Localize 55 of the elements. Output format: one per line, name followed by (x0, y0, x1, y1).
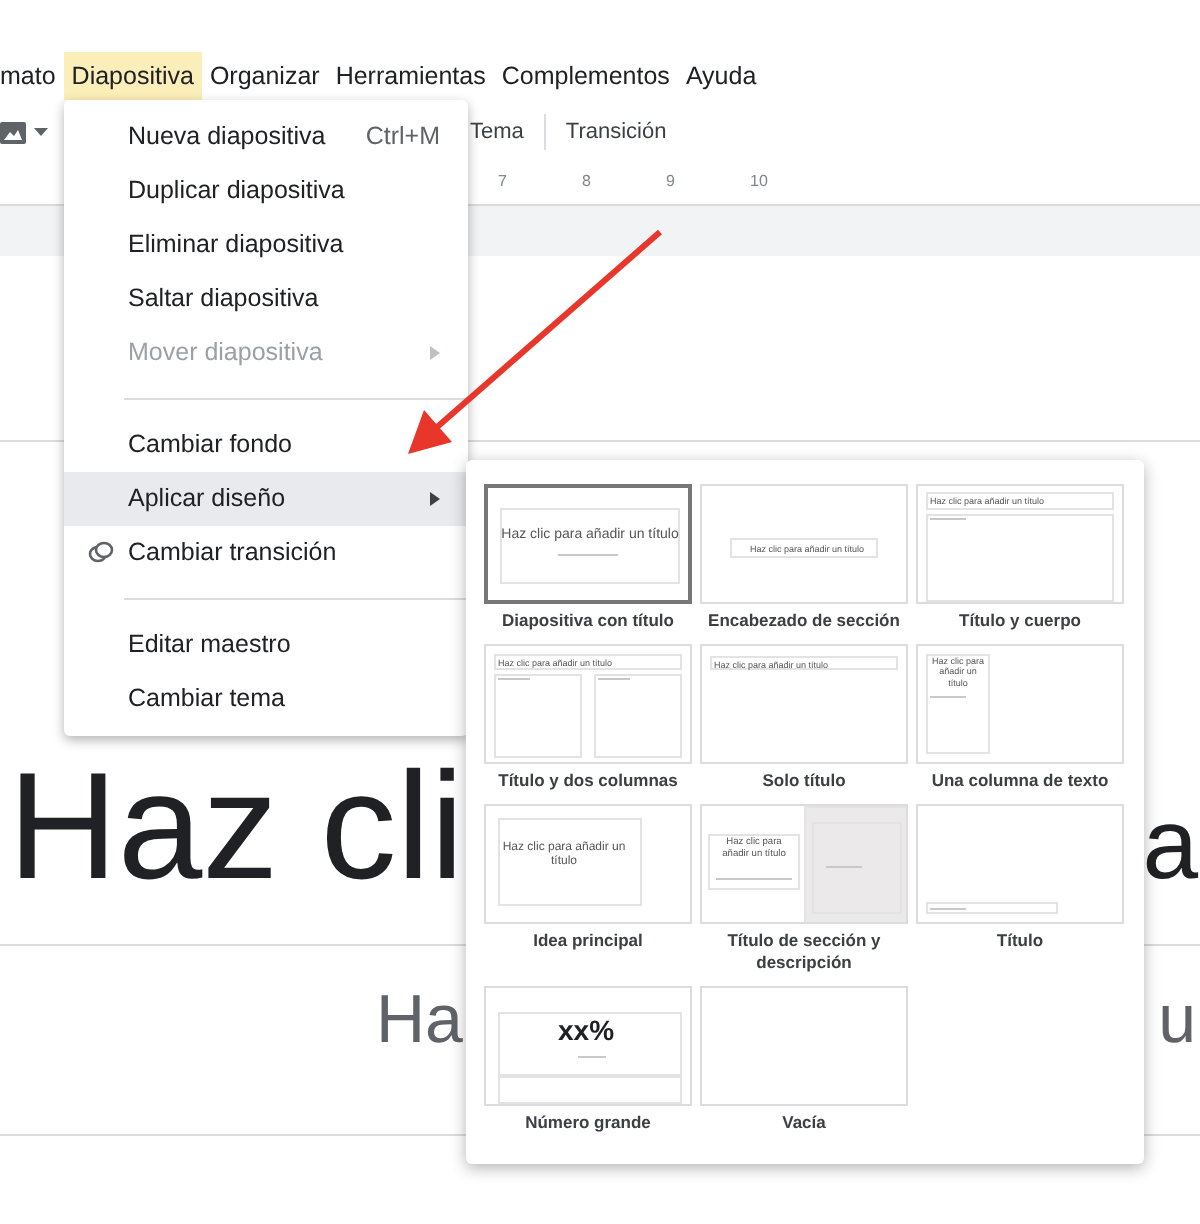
layout-label: Encabezado de sección (706, 610, 902, 632)
layout-label: Diapositiva con título (500, 610, 676, 632)
placeholder-box (812, 822, 902, 914)
menu-bar-item[interactable]: Ayuda (677, 52, 765, 100)
caret-icon[interactable] (34, 128, 48, 136)
placeholder-box (926, 902, 1058, 914)
layout-thumbnail[interactable] (700, 986, 908, 1106)
layout-label: Título y dos columnas (496, 770, 680, 792)
layout-thumbnail[interactable]: xx% (484, 986, 692, 1106)
layout-label: Número grande (523, 1112, 653, 1134)
placeholder-line (578, 1056, 606, 1058)
slide-title: a (1142, 786, 1198, 904)
menu-item[interactable]: Saltar diapositiva (64, 272, 468, 326)
layout-thumbnail[interactable] (916, 804, 1124, 924)
menu-bar-item[interactable]: Organizar (201, 52, 328, 100)
placeholder-box (594, 674, 682, 758)
slide-subtitle: Ha (376, 980, 463, 1062)
layout-label: Título de sección y descripción (725, 930, 883, 974)
menu-bar-item[interactable]: Herramientas (327, 52, 494, 100)
placeholder-box (926, 654, 990, 754)
image-icon[interactable] (0, 121, 26, 143)
placeholder-line (558, 554, 618, 556)
placeholder-text: xx% (558, 1014, 615, 1048)
menu-bar-item[interactable]: Diapositiva (63, 52, 202, 100)
shortcut-text: Ctrl+M (365, 120, 440, 155)
toolbar-button[interactable]: Transición (553, 111, 679, 153)
placeholder-box (494, 674, 582, 758)
ruler-number: 10 (750, 170, 768, 194)
menu-item[interactable]: Duplicar diapositiva (64, 164, 468, 218)
placeholder-line (826, 866, 862, 868)
layout-label: Título y cuerpo (957, 610, 1083, 632)
menu-item[interactable]: Cambiar transición (64, 526, 468, 580)
layout-label: Idea principal (531, 930, 645, 952)
menu-item[interactable]: Editar maestro (64, 618, 468, 672)
ruler-number: 7 (498, 170, 507, 194)
slide-subtitle: u (1158, 980, 1196, 1062)
menu-item[interactable]: Aplicar diseño (64, 472, 468, 526)
layout-label: Título (994, 930, 1046, 952)
placeholder-box (708, 834, 800, 890)
placeholder-line (716, 878, 792, 880)
menu-item[interactable]: Cambiar tema (64, 672, 468, 726)
ruler-number: 8 (582, 170, 591, 194)
layout-label: Vacía (780, 1112, 828, 1134)
ruler-number: 9 (666, 170, 675, 194)
slide-title: Haz cli (8, 740, 465, 916)
placeholder-box (498, 818, 642, 906)
menu-item[interactable]: Cambiar fondo (64, 418, 468, 472)
menu-item[interactable]: Eliminar diapositiva (64, 218, 468, 272)
menu-bar-item[interactable]: Complementos (493, 52, 678, 100)
transition-icon (88, 540, 114, 564)
placeholder-box (804, 806, 906, 922)
layout-label: Una columna de texto (929, 770, 1111, 792)
menu-bar-item[interactable]: mato (0, 52, 64, 100)
placeholder-line (930, 696, 966, 698)
layout-label: Solo título (760, 770, 848, 792)
